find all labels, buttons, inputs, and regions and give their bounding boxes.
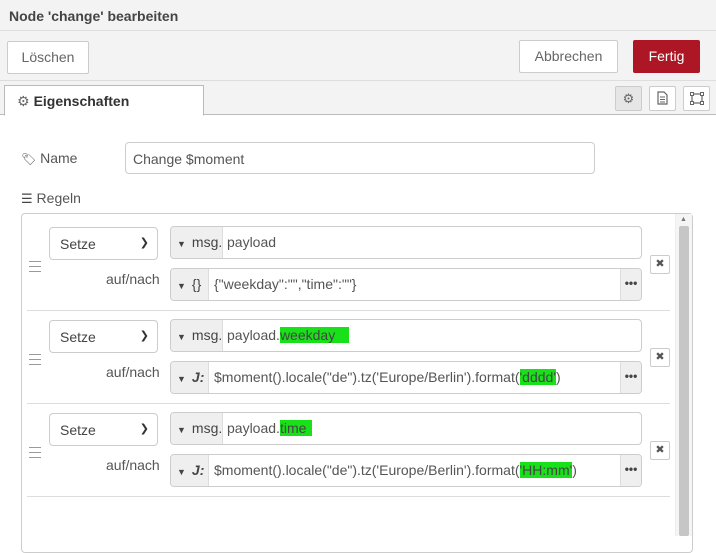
dialog-title: Node 'change' bearbeiten xyxy=(0,0,716,31)
caret-down-icon: ▼ xyxy=(177,425,186,435)
caret-down-icon: ▼ xyxy=(177,332,186,342)
name-input[interactable]: Change $moment xyxy=(125,142,595,174)
source-value-text: $moment().locale("de").tz('Europe/Berlin… xyxy=(214,369,520,385)
target-value-text: payload. xyxy=(227,420,280,436)
caret-down-icon: ▼ xyxy=(177,467,186,477)
done-button[interactable]: Fertig xyxy=(633,40,700,73)
target-value-text: payload. xyxy=(227,327,280,343)
name-label-text: Name xyxy=(40,150,78,166)
close-icon: ✖ xyxy=(655,258,665,270)
source-value[interactable]: $moment().locale("de").tz('Europe/Berlin… xyxy=(214,369,561,385)
tab-properties-label: Eigenschaften xyxy=(33,93,130,109)
dialog-toolbar: Löschen Abbrechen Fertig xyxy=(0,31,716,81)
drag-handle-icon[interactable] xyxy=(29,261,41,276)
caret-down-icon: ▼ xyxy=(177,374,186,384)
settings-tab-button[interactable]: ⚙ xyxy=(615,86,642,111)
target-type-label: msg. xyxy=(191,327,223,343)
source-value-highlight: 'dddd' xyxy=(519,369,556,385)
tab-properties[interactable]: ⚙ Eigenschaften xyxy=(4,85,204,116)
rules-label: ☰ Regeln xyxy=(21,190,81,207)
target-value[interactable]: payload.weekday xyxy=(227,327,350,343)
chevron-down-icon: ❯ xyxy=(139,423,149,435)
source-value-text: $moment().locale("de").tz('Europe/Berlin… xyxy=(214,462,520,478)
to-label: auf/nach xyxy=(106,457,160,473)
tag-icon: 🏷 xyxy=(21,152,37,166)
rule-action-select[interactable]: Setze ❯ xyxy=(49,413,158,446)
rule-source-input[interactable]: ▼ J: $moment().locale("de").tz('Europe/Be… xyxy=(170,454,642,487)
document-icon xyxy=(657,91,668,105)
chevron-down-icon: ❯ xyxy=(139,330,149,342)
source-type-selector[interactable]: ▼ J: xyxy=(171,455,209,486)
to-label: auf/nach xyxy=(106,364,160,380)
rule-action-select[interactable]: Setze ❯ xyxy=(49,227,158,260)
source-value-suffix: ) xyxy=(572,462,577,478)
expand-editor-button[interactable]: ••• xyxy=(620,455,641,486)
rule-target-input[interactable]: ▼ msg. payload.weekday xyxy=(170,319,642,352)
source-value-suffix: ) xyxy=(556,369,561,385)
rule-divider xyxy=(27,310,670,311)
caret-down-icon: ▼ xyxy=(177,281,186,291)
frame-icon xyxy=(689,92,704,105)
source-type-selector[interactable]: ▼ J: xyxy=(171,362,209,393)
target-value[interactable]: payload.time xyxy=(227,420,313,436)
name-label: 🏷 Name xyxy=(21,150,77,166)
description-tab-button[interactable] xyxy=(649,86,676,111)
source-value[interactable]: $moment().locale("de").tz('Europe/Berlin… xyxy=(214,462,577,478)
target-type-selector[interactable]: ▼ msg. xyxy=(171,413,223,444)
delete-rule-button[interactable]: ✖ xyxy=(650,348,670,367)
target-type-selector[interactable]: ▼ msg. xyxy=(171,227,223,258)
close-icon: ✖ xyxy=(655,351,665,363)
jsonata-type-icon: J: xyxy=(191,369,205,385)
target-value-text: payload xyxy=(227,234,277,250)
close-icon: ✖ xyxy=(655,444,665,456)
delete-rule-button[interactable]: ✖ xyxy=(650,255,670,274)
gear-icon: ⚙ xyxy=(622,91,635,106)
source-value[interactable]: {"weekday":"","time":""} xyxy=(214,276,356,292)
cancel-button[interactable]: Abbrechen xyxy=(519,40,618,73)
target-type-selector[interactable]: ▼ msg. xyxy=(171,320,223,351)
rules-label-text: Regeln xyxy=(36,190,81,206)
rule-action-value: Setze xyxy=(60,236,96,252)
delete-button[interactable]: Löschen xyxy=(7,41,89,74)
target-value[interactable]: payload xyxy=(227,234,276,250)
delete-rule-button[interactable]: ✖ xyxy=(650,441,670,460)
json-type-icon: {} xyxy=(191,276,202,292)
expand-editor-button[interactable]: ••• xyxy=(620,362,641,393)
rule-action-select[interactable]: Setze ❯ xyxy=(49,320,158,353)
rule-source-input[interactable]: ▼ J: $moment().locale("de").tz('Europe/Be… xyxy=(170,361,642,394)
target-value-highlight: time xyxy=(279,420,313,436)
rule-divider xyxy=(27,403,670,404)
chevron-down-icon: ❯ xyxy=(139,237,149,249)
source-value-text: {"weekday":"","time":""} xyxy=(214,276,357,292)
rule-target-input[interactable]: ▼ msg. payload xyxy=(170,226,642,259)
drag-handle-icon[interactable] xyxy=(29,354,41,369)
scroll-up-arrow-icon[interactable]: ▲ xyxy=(680,216,687,223)
scrollbar-thumb[interactable] xyxy=(679,226,689,536)
source-value-highlight: 'HH:mm' xyxy=(519,462,573,478)
appearance-tab-button[interactable] xyxy=(683,86,710,111)
jsonata-type-icon: J: xyxy=(191,462,205,478)
target-type-label: msg. xyxy=(191,234,223,250)
rule-action-value: Setze xyxy=(60,422,96,438)
source-type-selector[interactable]: ▼ {} xyxy=(171,269,209,300)
scrollbar[interactable]: ▲ xyxy=(675,214,692,536)
rule-action-value: Setze xyxy=(60,329,96,345)
rule-source-input[interactable]: ▼ {} {"weekday":"","time":""} ••• xyxy=(170,268,642,301)
tab-bar: ⚙ Eigenschaften ⚙ xyxy=(0,81,716,116)
target-value-highlight: weekday xyxy=(279,327,350,343)
drag-handle-icon[interactable] xyxy=(29,447,41,462)
rule-target-input[interactable]: ▼ msg. payload.time xyxy=(170,412,642,445)
list-icon: ☰ xyxy=(21,191,33,206)
gear-icon: ⚙ xyxy=(17,93,30,109)
expand-editor-button[interactable]: ••• xyxy=(620,269,641,300)
target-type-label: msg. xyxy=(191,420,223,436)
caret-down-icon: ▼ xyxy=(177,239,186,249)
rule-divider xyxy=(27,496,670,497)
to-label: auf/nach xyxy=(106,271,160,287)
